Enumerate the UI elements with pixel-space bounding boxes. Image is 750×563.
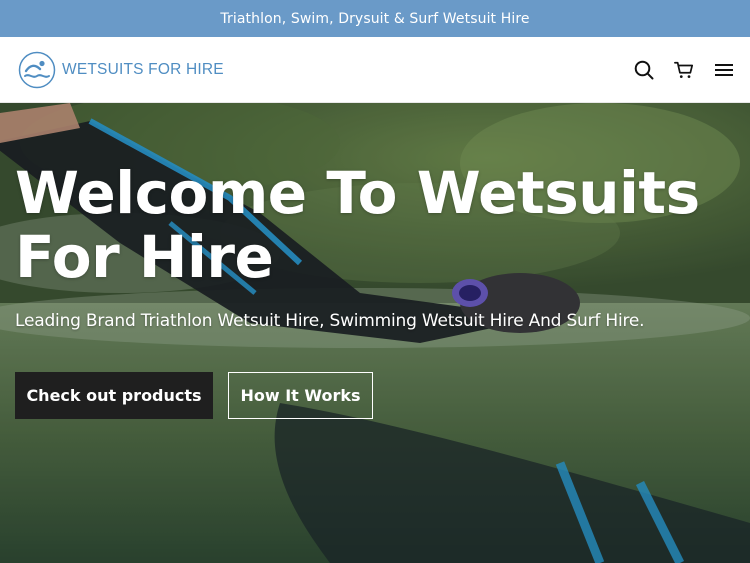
hero-subtitle: Leading Brand Triathlon Wetsuit Hire, Sw…: [15, 311, 645, 331]
menu-icon[interactable]: [714, 60, 734, 80]
logo[interactable]: WETSUITS FOR HIRE: [18, 51, 224, 89]
announcement-text: Triathlon, Swim, Drysuit & Surf Wetsuit …: [220, 10, 530, 27]
how-it-works-button[interactable]: How It Works: [228, 372, 373, 419]
cart-icon[interactable]: [674, 60, 694, 80]
announcement-bar: Triathlon, Swim, Drysuit & Surf Wetsuit …: [0, 0, 750, 37]
site-header: WETSUITS FOR HIRE: [0, 37, 750, 103]
hero-title: Welcome To Wetsuits For Hire: [15, 159, 700, 291]
search-icon[interactable]: [634, 60, 654, 80]
swimmer-logo-icon: [18, 51, 56, 88]
logo-text: WETSUITS FOR HIRE: [62, 60, 224, 78]
hero-section: Welcome To Wetsuits For Hire Leading Bra…: [0, 103, 750, 563]
check-out-products-button[interactable]: Check out products: [15, 372, 213, 419]
